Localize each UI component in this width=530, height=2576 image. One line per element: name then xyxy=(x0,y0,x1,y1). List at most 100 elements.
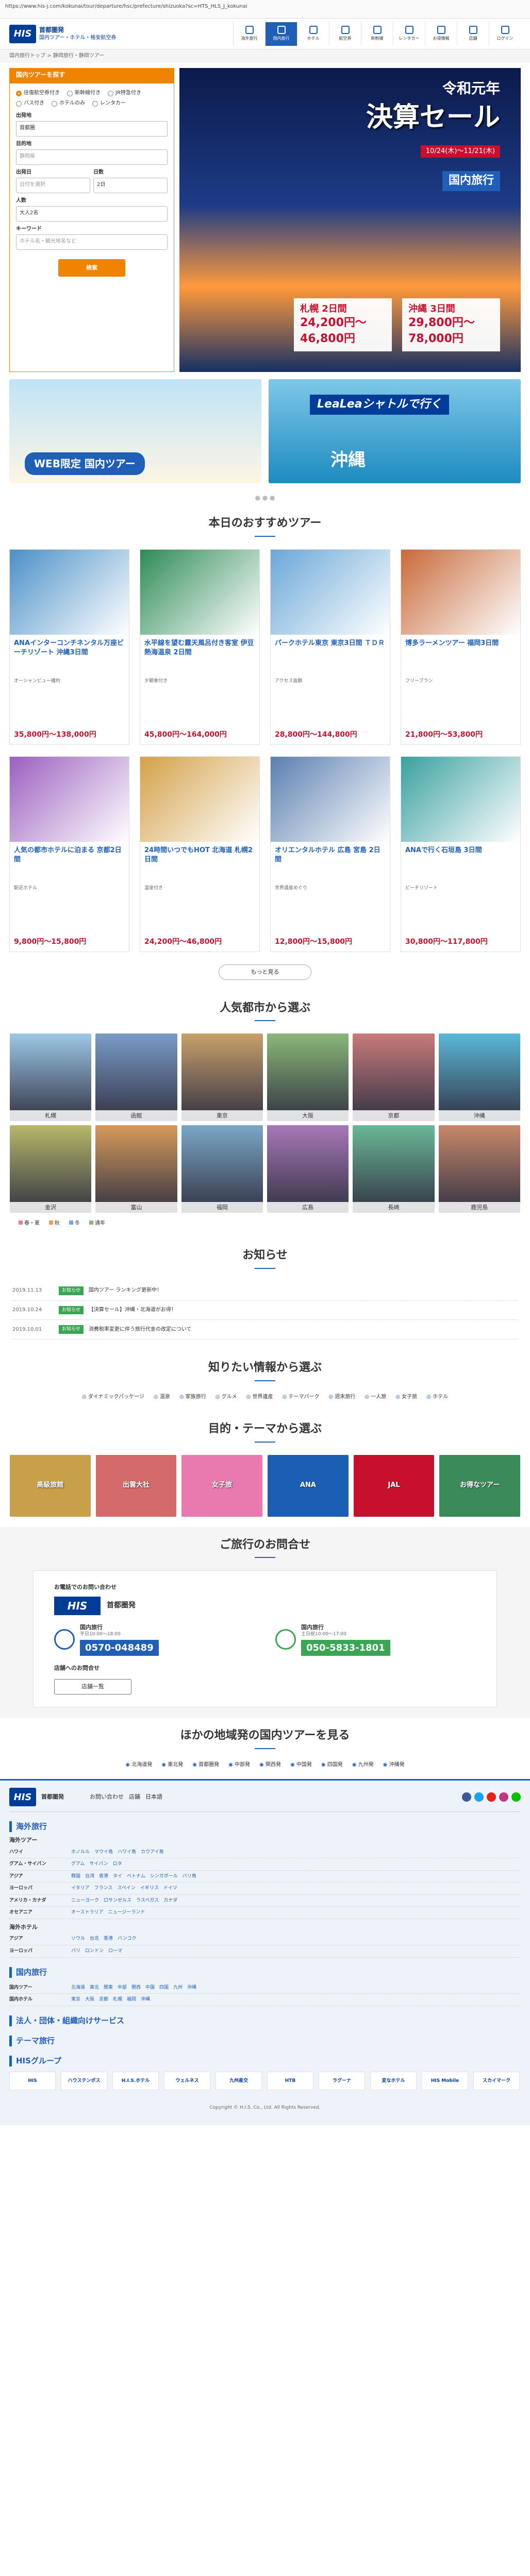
theme-card[interactable]: ANA xyxy=(268,1454,349,1517)
region-link[interactable]: 中国発 xyxy=(290,1761,312,1769)
region-link[interactable]: 中部発 xyxy=(228,1761,250,1769)
tour-title[interactable]: パークホテル東京 東京3日間 ＴＤＲ xyxy=(271,635,390,678)
language-select[interactable]: 日本語 xyxy=(145,1793,162,1801)
keyword-input[interactable]: ホテル名・観光地名など xyxy=(16,234,168,250)
phone-number[interactable]: 050-5833-1801 xyxy=(301,1639,390,1656)
footer-row-links[interactable]: イタリア フランス スペイン イギリス ドイツ xyxy=(71,1885,521,1892)
phone-number[interactable]: 0570-048489 xyxy=(80,1639,159,1656)
to-input[interactable]: 静岡県 xyxy=(16,149,168,165)
nav-item[interactable]: お得情報 xyxy=(425,22,457,46)
tour-card[interactable]: ANAインターコンチネンタル万座ビーチリゾート 沖縄3日間 オーシャンビュー確約 3… xyxy=(9,549,129,745)
group-logo[interactable]: スカイマーク xyxy=(473,2071,520,2090)
tour-card[interactable]: 24時間いつでもHOT 北海道 札幌2日間 温泉付き 24,200円〜46,800円 xyxy=(140,756,260,952)
date-input[interactable]: 日付を選択 xyxy=(16,178,90,193)
news-row[interactable]: 2019.10.01 お知らせ 消費税率変更に伴う旅行代金の改定について xyxy=(12,1320,518,1340)
news-text[interactable]: 消費税率変更に伴う旅行代金の改定について xyxy=(89,1326,192,1333)
search-type-radio[interactable]: レンタカー xyxy=(92,100,126,107)
group-logo[interactable]: HTB xyxy=(267,2071,313,2090)
news-text[interactable]: 国内ツアー ランキング更新中！ xyxy=(89,1287,162,1294)
footer-row-links[interactable]: パリ ロンドン ローマ xyxy=(71,1948,521,1955)
theme-card[interactable]: お得なツアー xyxy=(439,1454,520,1517)
search-type-radio[interactable]: バス付き xyxy=(16,100,44,107)
info-link[interactable]: ダイナミックパッケージ xyxy=(82,1394,144,1401)
nav-item[interactable]: 海外旅行 xyxy=(233,22,265,46)
footer-row-links[interactable]: 東京 大阪 京都 札幌 福岡 沖縄 xyxy=(71,1996,521,2003)
footer-row-links[interactable]: 韓国 台湾 香港 タイ ベトナム シンガポール バリ島 xyxy=(71,1873,521,1880)
nav-item[interactable]: ログイン xyxy=(489,22,521,46)
nav-item[interactable]: 店舗 xyxy=(457,22,489,46)
footer-row-links[interactable]: グアム サイパン ロタ xyxy=(71,1861,521,1868)
facebook-icon[interactable] xyxy=(462,1792,471,1802)
tour-title[interactable]: ANAで行く石垣島 3日間 xyxy=(401,842,520,885)
city-card[interactable]: 京都 xyxy=(353,1033,435,1122)
news-text[interactable]: 【決算セール】沖縄・北海道がお得！ xyxy=(89,1307,176,1314)
tour-card[interactable]: 博多ラーメンツアー 福岡3日間 フリープラン 21,800円〜53,800円 xyxy=(401,549,521,745)
tour-card[interactable]: 人気の都市ホテルに泊まる 京都2日間 駅近ホテル 9,800円〜15,800円 xyxy=(9,756,129,952)
group-logo[interactable]: H.I.S.ホテル xyxy=(112,2071,159,2090)
theme-card[interactable]: 出雲大社 xyxy=(95,1454,177,1517)
city-card[interactable]: 金沢 xyxy=(10,1125,92,1213)
tour-title[interactable]: 水平線を望む露天風呂付き客室 伊豆 熱海温泉 2日間 xyxy=(140,635,259,678)
group-logo[interactable]: ハウステンボス xyxy=(61,2071,107,2090)
tour-card[interactable]: 水平線を望む露天風呂付き客室 伊豆 熱海温泉 2日間 夕朝食付き 45,800円〜1… xyxy=(140,549,260,745)
city-card[interactable]: 広島 xyxy=(267,1125,349,1213)
region-link[interactable]: 沖縄発 xyxy=(383,1761,405,1769)
nav-item[interactable]: 航空券 xyxy=(329,22,361,46)
search-type-radio[interactable]: 新幹線付き xyxy=(67,90,101,97)
footer-row-links[interactable]: ソウル 台北 香港 バンコク xyxy=(71,1936,521,1942)
city-card[interactable]: 東京 xyxy=(181,1033,263,1122)
tour-card[interactable]: オリエンタルホテル 広島 宮島 2日間 世界遺産めぐり 12,800円〜15,800… xyxy=(270,756,390,952)
instagram-icon[interactable] xyxy=(499,1792,508,1802)
days-select[interactable]: 2日 xyxy=(93,178,168,193)
city-card[interactable]: 鹿児島 xyxy=(438,1125,520,1213)
group-logo[interactable]: 九州産交 xyxy=(216,2071,262,2090)
group-logo[interactable]: ラグーナ xyxy=(319,2071,365,2090)
sale-banner[interactable]: 令和元年 決算セール 10/24(木)〜11/21(木) 国内旅行 札幌 2日間… xyxy=(179,68,521,372)
tour-title[interactable]: 24時間いつでもHOT 北海道 札幌2日間 xyxy=(140,842,259,885)
city-card[interactable]: 福岡 xyxy=(181,1125,263,1213)
okinawa-banner[interactable]: LeaLeaシャトルで行く 沖縄 xyxy=(269,379,521,483)
city-card[interactable]: 長崎 xyxy=(353,1125,435,1213)
region-link[interactable]: 東北発 xyxy=(161,1761,183,1769)
footer-logo[interactable]: HIS xyxy=(9,1788,36,1807)
carousel-dots[interactable]: ● ● ● xyxy=(0,490,530,505)
region-link[interactable]: 北海道発 xyxy=(125,1761,152,1769)
search-type-radio[interactable]: ホテルのみ xyxy=(52,100,85,107)
info-link[interactable]: グルメ xyxy=(216,1394,237,1401)
group-logo[interactable]: HIS xyxy=(9,2071,56,2090)
people-select[interactable]: 大人2名 xyxy=(16,206,168,222)
info-link[interactable]: 一人旅 xyxy=(365,1394,386,1401)
group-logo[interactable]: ウェルネス xyxy=(164,2071,210,2090)
nav-item[interactable]: ホテル xyxy=(297,22,329,46)
tour-title[interactable]: ANAインターコンチネンタル万座ビーチリゾート 沖縄3日間 xyxy=(10,635,129,678)
region-link[interactable]: 四国発 xyxy=(321,1761,343,1769)
twitter-icon[interactable] xyxy=(474,1792,484,1802)
tour-title[interactable]: オリエンタルホテル 広島 宮島 2日間 xyxy=(271,842,390,885)
footer-row-links[interactable]: 北海道 東北 関東 中部 関西 中国 四国 九州 沖縄 xyxy=(71,1985,521,1991)
footer-row-links[interactable]: オーストラリア ニュージーランド xyxy=(71,1909,521,1916)
url-bar[interactable]: https://www.his-j.com/kokunai/tour/depar… xyxy=(0,0,530,19)
youtube-icon[interactable] xyxy=(487,1792,496,1802)
tour-title[interactable]: 人気の都市ホテルに泊まる 京都2日間 xyxy=(10,842,129,885)
his-logo[interactable]: HIS xyxy=(9,24,36,43)
info-link[interactable]: 週末旅行 xyxy=(328,1394,355,1401)
city-card[interactable]: 富山 xyxy=(95,1125,177,1213)
region-link[interactable]: 九州発 xyxy=(352,1761,374,1769)
theme-card[interactable]: 高級旅館 xyxy=(10,1454,91,1517)
city-card[interactable]: 沖縄 xyxy=(438,1033,520,1122)
from-select[interactable]: 首都圏 xyxy=(16,121,168,137)
theme-card[interactable]: JAL xyxy=(353,1454,435,1517)
info-link[interactable]: テーマパーク xyxy=(283,1394,319,1401)
info-link[interactable]: 家族旅行 xyxy=(179,1394,206,1401)
tour-card[interactable]: パークホテル東京 東京3日間 ＴＤＲ アクセス抜群 28,800円〜144,800円 xyxy=(270,549,390,745)
shops-link[interactable]: 店舗 xyxy=(129,1793,140,1801)
nav-item[interactable]: 新幹線 xyxy=(361,22,393,46)
group-logo[interactable]: 変なホテル xyxy=(370,2071,417,2090)
news-row[interactable]: 2019.11.13 お知らせ 国内ツアー ランキング更新中！ xyxy=(12,1281,518,1301)
info-link[interactable]: ホテル xyxy=(426,1394,448,1401)
line-icon[interactable] xyxy=(511,1792,521,1802)
web-limited-banner[interactable]: WEB限定 国内ツアー xyxy=(9,379,261,483)
region-link[interactable]: 関西発 xyxy=(259,1761,281,1769)
tour-title[interactable]: 博多ラーメンツアー 福岡3日間 xyxy=(401,635,520,678)
info-link[interactable]: 女子旅 xyxy=(395,1394,417,1401)
